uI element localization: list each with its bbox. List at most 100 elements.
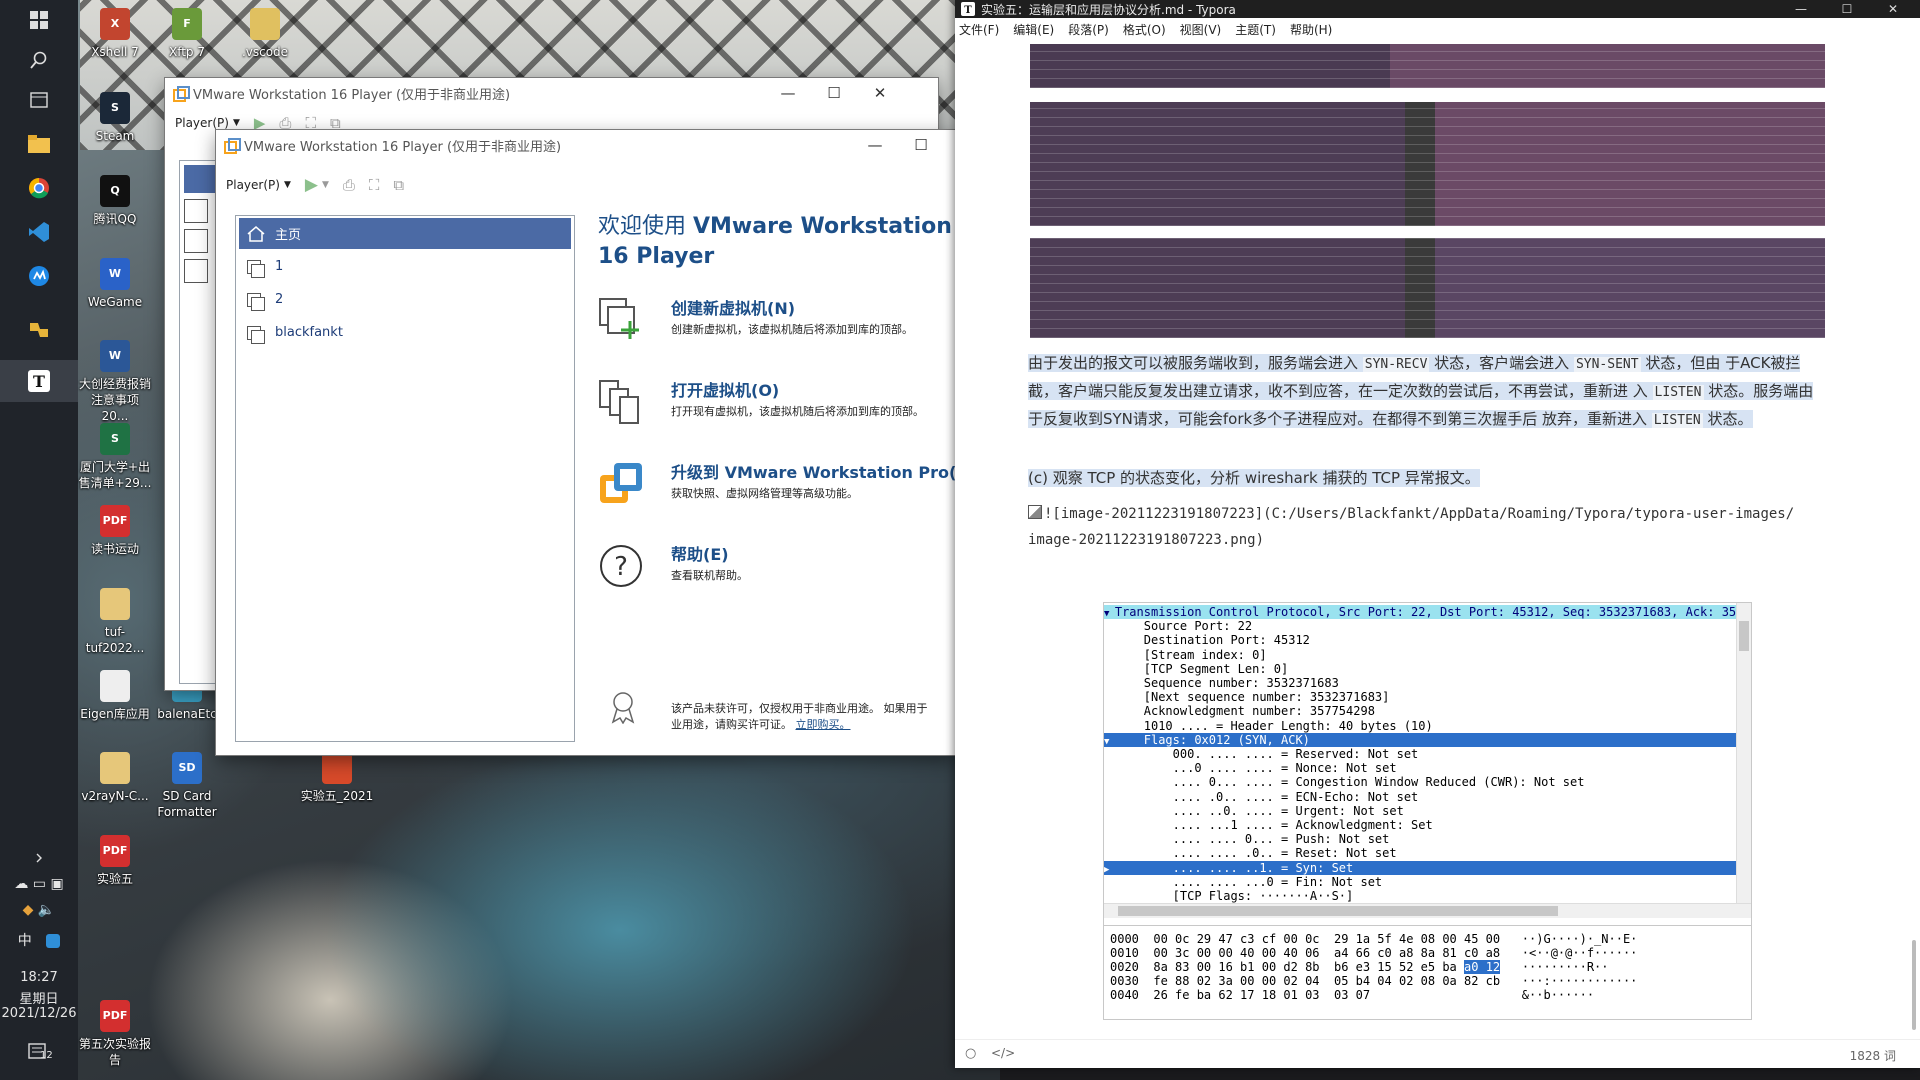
paragraph-tcp-analysis[interactable]: 由于发出的报文可以被服务端收到，服务端会进入 SYN-RECV 状态，客户端会进… <box>1028 350 1828 434</box>
start-button[interactable] <box>0 0 78 40</box>
packet-detail-row[interactable]: .... .... .0.. = Reset: Not set <box>1104 846 1746 860</box>
player-menu[interactable]: Player(P) <box>175 116 229 130</box>
vm-item-icon[interactable] <box>184 199 208 223</box>
menu-help[interactable]: 帮助(H) <box>1290 21 1332 38</box>
packet-detail-row[interactable]: .... .0.. .... = ECN-Echo: Not set <box>1104 790 1746 804</box>
packet-detail-row[interactable]: .... ..0. .... = Urgent: Not set <box>1104 804 1746 818</box>
taskbar-explorer[interactable] <box>0 124 78 164</box>
desktop-icon[interactable]: S 厦门大学+出售清单+29... <box>78 423 152 491</box>
desktop-icon[interactable]: X Xshell 7 <box>78 8 152 60</box>
packet-detail-row[interactable]: ▶ .... .... ..1. = Syn: Set <box>1104 860 1746 875</box>
packet-detail-row[interactable]: ...0 .... .... = Nonce: Not set <box>1104 761 1746 775</box>
search-button[interactable] <box>0 40 78 80</box>
taskbar-typora[interactable]: T <box>0 360 78 402</box>
desktop-icon[interactable]: W 大创经费报销注意事项20... <box>78 340 152 424</box>
cloud-icon[interactable]: ☁ <box>14 876 28 892</box>
upgrade-action[interactable]: 升级到 VMware Workstation Pro(U) 获取快照、虚拟网络管… <box>598 459 977 519</box>
packet-detail-row[interactable]: [TCP Segment Len: 0] <box>1104 662 1746 676</box>
desktop-icon[interactable]: PDF 第五次实验报告 <box>78 1000 152 1068</box>
packet-detail-row[interactable]: .... 0... .... = Congestion Window Reduc… <box>1104 775 1746 789</box>
desktop-icon[interactable]: PDF 实验五 <box>78 835 152 887</box>
desktop-icon[interactable]: Q 腾讯QQ <box>78 175 152 227</box>
packet-detail-row[interactable]: [Next sequence number: 3532371683] <box>1104 690 1746 704</box>
packet-detail-row[interactable]: 000. .... .... = Reserved: Not set <box>1104 747 1746 761</box>
library-item-vm[interactable]: 1 <box>239 251 571 282</box>
vmware-titlebar[interactable]: VMware Workstation 16 Player (仅用于非商业用途) <box>216 130 956 160</box>
desktop-icon[interactable]: W WeGame <box>78 258 152 310</box>
packet-detail-row[interactable]: 1010 .... = Header Length: 40 bytes (10) <box>1104 719 1746 733</box>
desktop-icon[interactable]: SD SD Card Formatter <box>150 752 224 820</box>
packet-detail-row[interactable]: .... ...1 .... = Acknowledgment: Set <box>1104 818 1746 832</box>
action-center-button[interactable]: 12 <box>0 1042 78 1068</box>
taskbar-app[interactable] <box>0 256 78 296</box>
menu-edit[interactable]: 编辑(E) <box>1013 21 1054 38</box>
image-markdown-source[interactable]: ![image-20211223191807223](C:/Users/Blac… <box>1028 501 1828 553</box>
taskbar-vscode[interactable] <box>0 212 78 252</box>
clock-day[interactable]: 星期日 <box>0 988 78 1007</box>
volume-icon[interactable]: 🔈 <box>38 902 55 918</box>
source-mode-icon[interactable]: </> <box>991 1046 1015 1060</box>
desktop-icon[interactable]: tuf-tuf2022... <box>78 588 152 656</box>
minimize-button[interactable]: — <box>765 78 811 108</box>
tray-chevron-up[interactable] <box>0 852 78 868</box>
horizontal-scrollbar[interactable] <box>1104 903 1751 918</box>
taskbar-xftp[interactable] <box>0 310 78 350</box>
desktop-icon[interactable]: S Steam <box>78 92 152 144</box>
maximize-button[interactable]: ☐ <box>898 130 944 160</box>
packet-detail-row[interactable]: Sequence number: 3532371683 <box>1104 676 1746 690</box>
menu-paragraph[interactable]: 段落(P) <box>1068 21 1109 38</box>
sidebar-toggle-icon[interactable]: ○ <box>965 1046 976 1061</box>
vertical-scrollbar[interactable] <box>1736 603 1751 903</box>
editor-scrollbar[interactable] <box>1912 940 1916 1030</box>
packet-detail-row[interactable]: [Stream index: 0] <box>1104 648 1746 662</box>
unity-icon[interactable]: ⧉ <box>393 176 404 194</box>
desktop-icon[interactable]: Eigen库应用 <box>78 670 152 722</box>
menu-view[interactable]: 视图(V) <box>1180 21 1222 38</box>
player-menu[interactable]: Player(P) <box>226 178 280 192</box>
desktop-icon[interactable]: 实验五_2021 <box>300 752 374 804</box>
clock-date[interactable]: 2021/12/26 <box>0 1006 78 1021</box>
network-icon[interactable]: ▣ <box>50 876 63 892</box>
tcp-header-row[interactable]: ▼ Transmission Control Protocol, Src Por… <box>1104 605 1746 619</box>
library-selected-item[interactable] <box>184 165 216 193</box>
task-view-button[interactable] <box>0 80 78 120</box>
typora-window[interactable]: T 实验五：运输层和应用层协议分析.md - Typora — ☐ ✕ 文件(F… <box>955 0 1920 1068</box>
desktop-icon[interactable]: PDF 读书运动 <box>78 505 152 557</box>
fullscreen-icon[interactable]: ⛶ <box>369 176 380 194</box>
menu-format[interactable]: 格式(O) <box>1123 21 1166 38</box>
packet-detail-row[interactable]: [TCP Flags: ·······A··S·] <box>1104 889 1746 903</box>
tcp-flags-row[interactable]: ▼ Flags: 0x012 (SYN, ACK) <box>1104 732 1746 747</box>
vm-item-icon[interactable] <box>184 259 208 283</box>
desktop-icon[interactable]: .vscode <box>228 8 302 60</box>
ime-indicator[interactable]: 中 <box>18 933 32 949</box>
paragraph-observe-tcp[interactable]: (c) 观察 TCP 的状态变化，分析 wireshark 捕获的 TCP 异常… <box>1028 465 1828 491</box>
library-item-vm[interactable]: blackfankt <box>239 317 571 348</box>
packet-detail-row[interactable]: .... .... ...0 = Fin: Not set <box>1104 875 1746 889</box>
packet-detail-row[interactable]: .... .... 0... = Push: Not set <box>1104 832 1746 846</box>
taskbar-chrome[interactable] <box>0 168 78 208</box>
qq-tray-icon[interactable] <box>46 934 61 948</box>
typora-editor[interactable]: 由于发出的报文可以被服务端收到，服务端会进入 SYN-RECV 状态，客户端会进… <box>955 40 1920 1040</box>
maximize-button[interactable]: ☐ <box>811 78 857 108</box>
library-item-vm[interactable]: 2 <box>239 284 571 315</box>
packet-detail-row[interactable]: Source Port: 22 <box>1104 619 1746 633</box>
maximize-button[interactable]: ☐ <box>1824 0 1870 18</box>
send-keys-icon[interactable]: ⎙ <box>343 176 355 194</box>
packet-detail-row[interactable]: Acknowledgment number: 357754298 <box>1104 704 1746 718</box>
open-vm-action[interactable]: 打开虚拟机(O) 打开现有虚拟机，该虚拟机随后将添加到库的顶部。 <box>598 377 958 437</box>
close-button[interactable]: ✕ <box>857 78 903 108</box>
help-action[interactable]: ? 帮助(E) 查看联机帮助。 <box>598 541 958 601</box>
menu-theme[interactable]: 主题(T) <box>1235 21 1276 38</box>
word-count[interactable]: 1828 词 <box>1850 1047 1896 1064</box>
desktop-icon[interactable]: F Xftp 7 <box>150 8 224 60</box>
minimize-button[interactable]: — <box>852 130 898 160</box>
play-icon[interactable]: ▶ <box>305 175 318 195</box>
desktop-icon[interactable]: v2rayN-C... <box>78 752 152 804</box>
clock-time[interactable]: 18:27 <box>0 970 78 985</box>
typora-titlebar[interactable]: T 实验五：运输层和应用层协议分析.md - Typora — ☐ ✕ <box>955 0 1920 18</box>
battery-icon[interactable]: ▭ <box>33 876 46 892</box>
buy-now-link[interactable]: 立即购买。 <box>796 718 851 731</box>
minimize-button[interactable]: — <box>1778 0 1824 18</box>
security-icon[interactable]: ◆ <box>23 902 34 918</box>
play-dropdown-icon[interactable]: ▼ <box>322 180 329 190</box>
